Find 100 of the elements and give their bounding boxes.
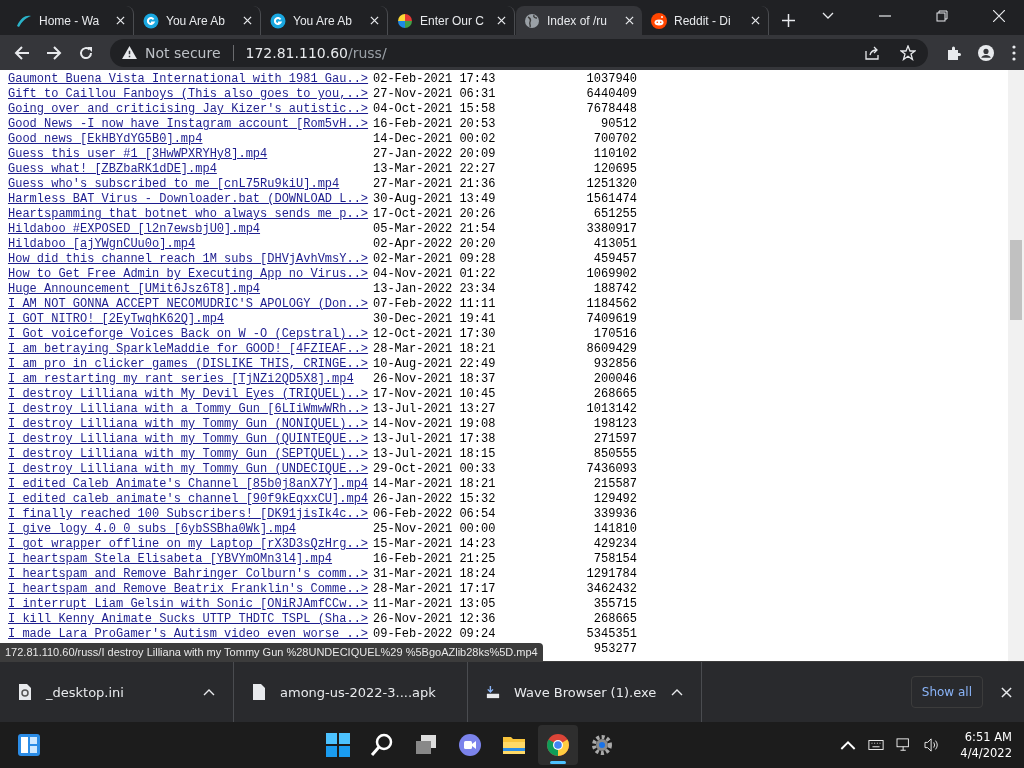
close-icon[interactable] <box>243 16 252 25</box>
file-link[interactable]: I edited Caleb Animate's Channel [85b0j8anX7Y].mp4 <box>8 477 373 492</box>
close-icon[interactable] <box>625 16 634 25</box>
file-size: 5345351 <box>585 627 637 642</box>
file-link[interactable]: How to Get Free Admin by Executing App no Virus..> <box>8 267 373 282</box>
tab-title: Enter Our C <box>420 13 486 28</box>
tab-title: Reddit - Di <box>674 13 732 28</box>
file-link[interactable]: I heartspam and Remove Beatrix Franklin's Comme..> <box>8 582 373 597</box>
security-label: Not secure <box>145 44 221 61</box>
keyboard-icon[interactable] <box>868 738 885 752</box>
file-link[interactable]: I am betraying SparkleMaddie for GOOD! [4FZIEAF..> <box>8 342 373 357</box>
file-size: 271597 <box>592 432 637 447</box>
file-link[interactable]: Hildaboo #EXPOSED [l2n7ewsbjU0].mp4 <box>8 222 373 237</box>
url-text: 172.81.110.60/russ/ <box>245 44 387 61</box>
back-arrow-icon[interactable] <box>14 44 30 61</box>
widgets-icon[interactable] <box>18 734 40 756</box>
close-icon[interactable] <box>116 16 125 25</box>
file-link[interactable]: I AM NOT GONNA ACCEPT NECOMUDRIC'S APOLOGY (Don..> <box>8 297 373 312</box>
file-link[interactable]: Guess what! [ZBZbaRK1dDE].mp4 <box>8 162 373 177</box>
file-link[interactable]: I interrupt Liam Gelsin with Sonic [ONiRJAmfCCw..> <box>8 597 373 612</box>
letter-g-icon <box>270 12 286 29</box>
file-link[interactable]: Guess this user #1 [3HwWPXRYHy8].mp4 <box>8 147 373 162</box>
file-link[interactable]: I heartspam and Remove Bahringer Colburn's comm..> <box>8 567 373 582</box>
forward-arrow-icon[interactable] <box>46 44 62 61</box>
caret-up-icon[interactable] <box>203 688 215 696</box>
file-link[interactable]: I heartspam Stela Elisabeta [YBVYmOMn3l4].mp4 <box>8 552 373 567</box>
modified-date: 30-Aug-2021 13:49 <box>373 192 497 207</box>
file-link[interactable]: I destroy Lilliana with my Tommy Gun (UNDECIQUE..> <box>8 462 373 477</box>
file-size: 850555 <box>592 447 637 462</box>
file-link[interactable]: I finally reached 100 Subscribers! [DK91jisIk4c..> <box>8 507 373 522</box>
file-link[interactable]: Good News -I now have Instagram account [Rom5vH..> <box>8 117 373 132</box>
modified-date: 04-Oct-2021 15:58 <box>373 102 497 117</box>
modified-date: 07-Feb-2022 11:11 <box>373 297 497 312</box>
share-icon[interactable] <box>864 44 880 61</box>
file-link[interactable]: Huge Announcement [UMit6Jsz6T8].mp4 <box>8 282 373 297</box>
file-link[interactable]: Going over and criticising Jay Kizer's autistic..> <box>8 102 373 117</box>
file-link[interactable]: I destroy Lilliana with my Tommy Gun (NONIQUEL)..> <box>8 417 373 432</box>
close-icon[interactable] <box>993 10 1005 22</box>
modified-date: 13-Jul-2021 18:15 <box>373 447 497 462</box>
file-link[interactable]: I destroy Lilliana with my Tommy Gun (QUINTEQUE..> <box>8 432 373 447</box>
gear-file-icon <box>18 684 32 700</box>
file-link[interactable]: Good news [EkHBYdYG5B0].mp4 <box>8 132 373 147</box>
close-icon[interactable] <box>497 16 506 25</box>
download-tray-icon <box>486 684 500 700</box>
modified-date: 25-Nov-2021 00:00 <box>373 522 497 537</box>
file-link[interactable]: I destroy Lilliana with My Devil Eyes (TRIQUEL)..> <box>8 387 373 402</box>
modified-date: 12-Oct-2021 17:30 <box>373 327 497 342</box>
file-size: 215587 <box>592 477 637 492</box>
modified-date: 31-Mar-2021 18:24 <box>373 567 497 582</box>
file-link[interactable]: Guess who's subscribed to me [cnL75Ru9kiU].mp4 <box>8 177 373 192</box>
modified-date: 13-Mar-2021 22:27 <box>373 162 497 177</box>
file-link[interactable]: Gaumont Buena Vista International with 1981 Gau..> <box>8 72 373 87</box>
file-size: 268665 <box>592 612 637 627</box>
star-icon[interactable] <box>900 44 916 61</box>
profile-avatar-icon[interactable] <box>978 44 994 61</box>
file-link[interactable]: Heartspamming that botnet who always sends me p..> <box>8 207 373 222</box>
scrollbar-thumb[interactable] <box>1010 240 1022 320</box>
close-icon[interactable] <box>1001 686 1012 698</box>
file-link[interactable]: I kill Kenny Animate Sucks UTTP THDTC TSPL (Sha..> <box>8 612 373 627</box>
file-link[interactable]: I am pro in clicker games (DISLIKE THIS, CRINGE..> <box>8 357 373 372</box>
file-link[interactable]: I destroy Lilliana with my Tommy Gun (SEPTQUEL)..> <box>8 447 373 462</box>
puzzle-piece-icon[interactable] <box>946 44 962 61</box>
address-bar[interactable]: Not secure 172.81.110.60/russ/ <box>110 38 928 67</box>
modified-date: 02-Feb-2021 17:43 <box>373 72 497 87</box>
file-size: 1069902 <box>585 267 637 282</box>
modified-date: 13-Jul-2021 17:38 <box>373 432 497 447</box>
file-link[interactable]: I destroy Lilliana with a Tommy Gun [6LIiWmwWRh..> <box>8 402 373 417</box>
file-size: 200046 <box>592 372 637 387</box>
modified-date: 14-Mar-2021 18:21 <box>373 477 497 492</box>
file-link[interactable]: Hildaboo [ajYWgnCUu0o].mp4 <box>8 237 373 252</box>
scrollbar[interactable] <box>1008 70 1024 661</box>
file-size: 188742 <box>592 282 637 297</box>
close-icon[interactable] <box>370 16 379 25</box>
file-link[interactable]: I Got voiceforge Voices Back on W -O (Cepstral)..> <box>8 327 373 342</box>
file-link[interactable]: Harmless BAT Virus - Downloader.bat (DOWNLOAD L..> <box>8 192 373 207</box>
taskbar-app[interactable] <box>538 725 579 765</box>
file-link[interactable]: I am restarting my rant series [TjNZi2QD5X8].mp4 <box>8 372 373 387</box>
file-link[interactable]: I give logy 4.0 0 subs [6ybSSBha0Wk].mp4 <box>8 522 373 537</box>
show-all-button[interactable]: Show all <box>910 676 983 708</box>
modified-date: 26-Nov-2021 12:36 <box>373 612 497 627</box>
file-link[interactable]: How did this channel reach 1M subs [DHVjAvhVmsY..> <box>8 252 373 267</box>
menu-icon[interactable] <box>1012 44 1016 61</box>
file-link[interactable]: I made Lara ProGamer's Autism video even worse ..> <box>8 627 373 642</box>
browser-tab[interactable]: Index of /ru <box>516 6 642 35</box>
reload-icon[interactable] <box>78 44 94 61</box>
restore-icon[interactable] <box>936 10 948 22</box>
file-link[interactable]: Gift to Caillou Fanboys (This also goes to you,..> <box>8 87 373 102</box>
modified-date: 27-Mar-2021 21:36 <box>373 177 497 192</box>
file-link[interactable]: I edited caleb animate's channel [90f9kEqxxCU].mp4 <box>8 492 373 507</box>
link-status-bubble: 172.81.110.60/russ/I destroy Lilliana with my Tommy Gun %28UNDECIQUEL%29 %5BgoAZlib28ks%5D.mp4 <box>0 643 543 661</box>
file-size: 170516 <box>592 327 637 342</box>
file-link[interactable]: I got wrapper offline on my Laptop [rX3D3sQzHrg..> <box>8 537 373 552</box>
close-icon[interactable] <box>751 16 760 25</box>
modified-date: 16-Feb-2021 20:53 <box>373 117 497 132</box>
speaker-icon[interactable] <box>924 738 941 752</box>
file-link[interactable]: I GOT NITRO! [2EyTwqhK62Q].mp4 <box>8 312 373 327</box>
new-tab-icon[interactable] <box>782 14 795 27</box>
caret-up-icon[interactable] <box>671 688 683 696</box>
file-size: 413051 <box>592 237 637 252</box>
modified-date: 17-Nov-2021 10:45 <box>373 387 497 402</box>
